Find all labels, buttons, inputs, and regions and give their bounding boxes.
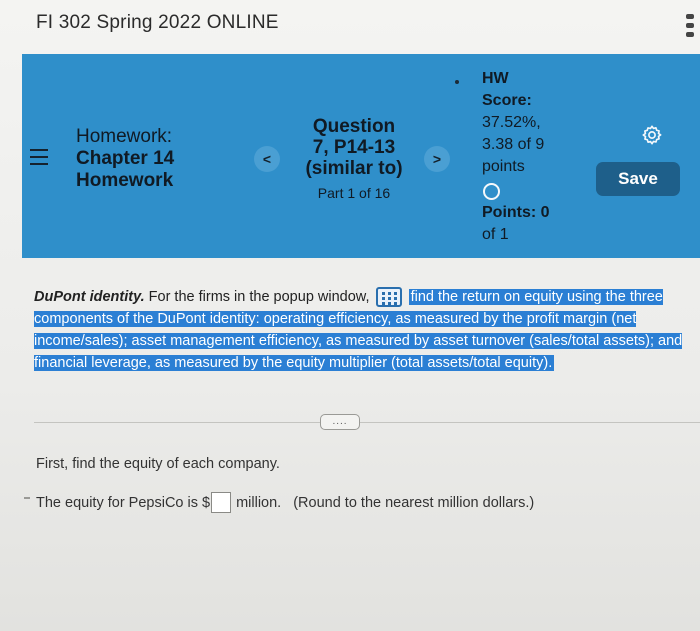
score-points-unit: points xyxy=(482,158,525,175)
homework-chapter: Chapter 14 xyxy=(76,148,175,169)
section-divider xyxy=(34,422,700,423)
homework-title[interactable]: Homework: Chapter 14 Homework xyxy=(76,126,216,192)
question-title-line1: Question xyxy=(312,116,396,137)
score-label-line2: Score: xyxy=(482,92,532,109)
circle-icon xyxy=(483,183,500,200)
gear-icon[interactable] xyxy=(641,124,663,146)
equity-question-suffix: million. xyxy=(236,494,282,511)
expand-more-button[interactable]: .... xyxy=(320,414,360,430)
points-value: 0 xyxy=(540,204,550,221)
points-row: Points: 0 xyxy=(482,202,582,224)
score-percent: 37.52%, xyxy=(482,114,541,131)
equity-question-prefix: The equity for PepsiCo is $ xyxy=(36,494,211,511)
problem-intro: For the firms in the popup window, xyxy=(148,289,370,305)
course-title: FI 302 Spring 2022 ONLINE xyxy=(36,12,279,33)
points-label: Points: xyxy=(482,204,537,221)
rounding-note: (Round to the nearest million dollars.) xyxy=(293,494,535,511)
equity-answer-input[interactable] xyxy=(211,492,232,513)
screen: FI 302 Spring 2022 ONLINE Homework: Chap… xyxy=(0,0,700,631)
points-of: of 1 xyxy=(482,226,509,243)
part-label: Part 1 of 16 xyxy=(317,185,391,201)
assignment-header: Homework: Chapter 14 Homework < Question… xyxy=(22,54,700,258)
score-label-line1: HW xyxy=(482,70,509,87)
homework-type: Homework xyxy=(76,170,174,191)
prev-question-button[interactable]: < xyxy=(254,146,280,172)
score-panel: HW Score: 37.52%, 3.38 of 9 points Point… xyxy=(482,68,582,246)
problem-statement: DuPont identity. For the firms in the po… xyxy=(34,286,694,374)
problem-title: DuPont identity. xyxy=(34,289,145,305)
question-title-line2: 7, P14-13 xyxy=(312,137,396,158)
left-marker xyxy=(24,497,30,499)
save-button[interactable]: Save xyxy=(596,162,680,196)
kebab-icon[interactable] xyxy=(686,14,696,37)
separator-dot xyxy=(455,80,459,84)
question-title-line3: (similar to) xyxy=(305,158,403,179)
popup-grid-icon[interactable] xyxy=(375,287,402,308)
question-info[interactable]: Question 7, P14-13 (similar to) Part 1 o… xyxy=(292,116,416,201)
step-instruction: First, find the equity of each company. xyxy=(36,456,280,472)
menu-icon[interactable] xyxy=(30,149,48,165)
equity-question: The equity for PepsiCo is $ million. (Ro… xyxy=(36,492,534,513)
score-points: 3.38 of 9 xyxy=(482,136,545,153)
next-question-button[interactable]: > xyxy=(424,146,450,172)
homework-label: Homework: xyxy=(76,126,173,147)
